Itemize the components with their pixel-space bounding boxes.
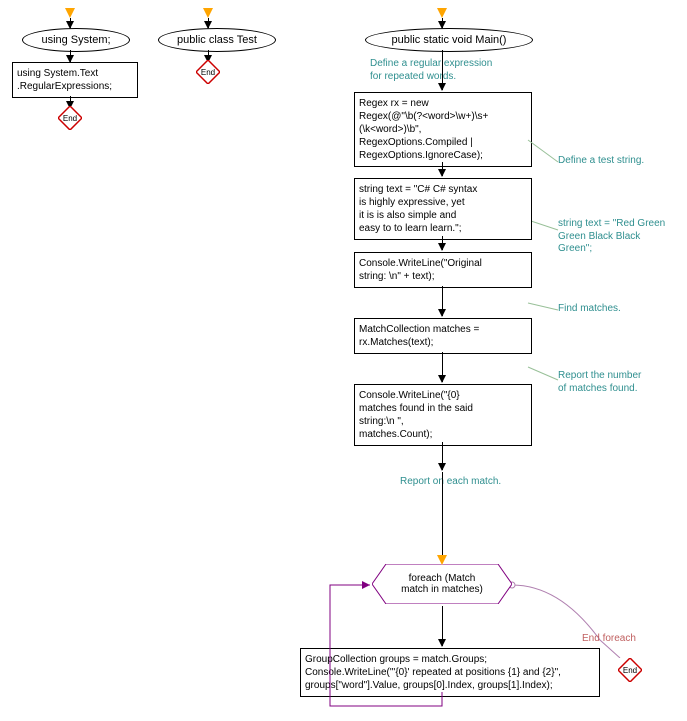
annotation-report-each: Report on each match.: [400, 476, 501, 489]
flowline: [442, 472, 443, 562]
ellipse-using-system: using System;: [22, 28, 130, 52]
annotation-end-foreach: End foreach: [582, 633, 636, 646]
box-text: GroupCollection groups = match.Groups; C…: [305, 654, 561, 691]
box-text: Console.WriteLine("Original string: \n" …: [359, 258, 482, 282]
box-groupcollection: GroupCollection groups = match.Groups; C…: [300, 648, 600, 697]
connectors-layer: [0, 0, 687, 721]
box-writeline-original: Console.WriteLine("Original string: \n" …: [354, 252, 532, 288]
annotation-alt-string: string text = "Red Green Green Black Bla…: [558, 218, 665, 256]
flowline: [442, 50, 443, 90]
flowline: [442, 352, 443, 382]
entry-arrow-col3: [437, 8, 447, 18]
flowline: [442, 18, 443, 28]
ellipse-label: using System;: [41, 34, 110, 46]
annotation-report-number: Report the number of matches found.: [558, 370, 641, 395]
box-text: using System.Text .RegularExpressions;: [17, 68, 112, 92]
flowline: [442, 606, 443, 646]
box-text: Regex rx = new Regex(@"\b(?<word>\w+)\s+…: [359, 98, 488, 161]
foreach-hex: foreach (Match match in matches): [372, 564, 512, 604]
end-node-col2: End: [196, 60, 220, 84]
flowline: [442, 162, 443, 176]
diamond-icon: End: [618, 658, 642, 682]
diamond-icon: End: [58, 106, 82, 130]
end-label: End: [63, 114, 77, 123]
end-node-col1: End: [58, 106, 82, 130]
end-node-col3: End: [618, 658, 642, 682]
ellipse-label: public class Test: [177, 34, 257, 46]
box-regex: Regex rx = new Regex(@"\b(?<word>\w+)\s+…: [354, 92, 532, 167]
flowline: [70, 50, 71, 62]
annotation-define-regex: Define a regular expression for repeated…: [370, 58, 492, 83]
end-label: End: [623, 666, 637, 675]
box-matchcollection: MatchCollection matches = rx.Matches(tex…: [354, 318, 532, 354]
diamond-icon: End: [196, 60, 220, 84]
annotation-find-matches: Find matches.: [558, 303, 621, 316]
box-text: MatchCollection matches = rx.Matches(tex…: [359, 324, 479, 348]
flowline: [442, 286, 443, 316]
flowline: [208, 18, 209, 28]
flowline: [70, 18, 71, 28]
annotation-define-test-string: Define a test string.: [558, 155, 644, 168]
flowline: [442, 442, 443, 470]
box-writeline-count: Console.WriteLine("{0} matches found in …: [354, 384, 532, 446]
return-arrow-layer: [0, 0, 687, 721]
hex-label: foreach (Match match in matches): [372, 564, 512, 604]
ellipse-label: public static void Main(): [392, 34, 507, 46]
entry-arrow-col2: [203, 8, 213, 18]
box-text: string text = "C# C# syntax is highly ex…: [359, 184, 477, 234]
box-text: Console.WriteLine("{0} matches found in …: [359, 390, 473, 440]
ellipse-public-class: public class Test: [158, 28, 276, 52]
flowline: [442, 236, 443, 250]
box-using-regex: using System.Text .RegularExpressions;: [12, 62, 138, 98]
ellipse-main: public static void Main(): [365, 28, 533, 52]
end-label: End: [201, 68, 215, 77]
box-test-string: string text = "C# C# syntax is highly ex…: [354, 178, 532, 240]
entry-arrow-col1: [65, 8, 75, 18]
